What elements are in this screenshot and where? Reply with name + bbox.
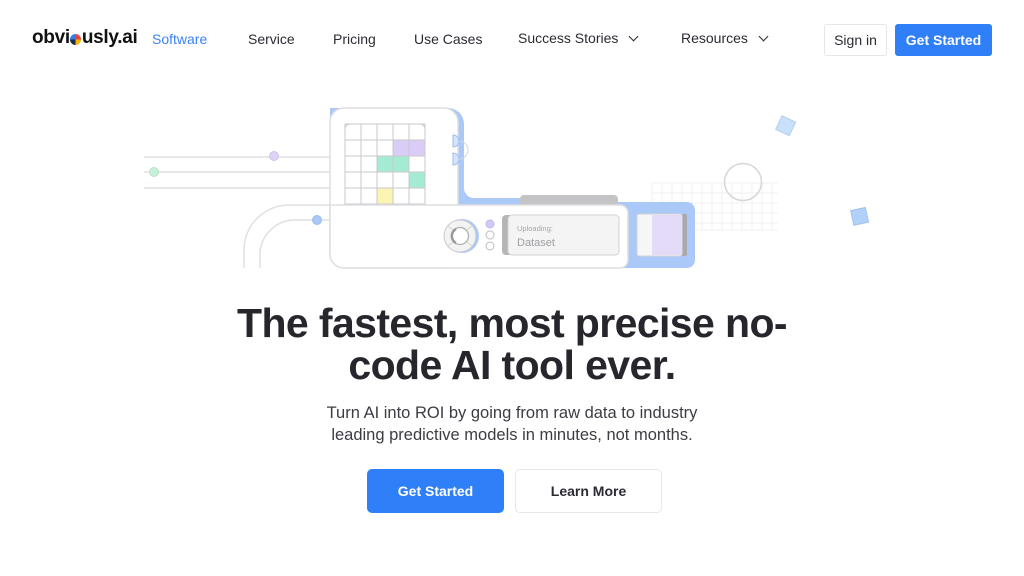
pixel-grid-cell	[408, 139, 426, 157]
floating-diamond	[850, 206, 870, 226]
logo-text-prefix: obvi	[32, 27, 70, 48]
logo-mark-icon	[70, 34, 82, 45]
hero-subheadline: Turn AI into ROI by going from raw data …	[0, 402, 1024, 446]
node-dot-blue	[312, 215, 322, 225]
nav-item-label: Service	[248, 31, 295, 47]
upload-screen	[507, 214, 620, 256]
chevron-down-icon	[628, 31, 639, 41]
nav-get-started-button[interactable]: Get Started	[895, 24, 992, 56]
nav-item-label: Success Stories	[518, 30, 619, 46]
hero-headline-line1: The fastest, most precise no-	[237, 300, 788, 346]
pixel-grid-cell	[392, 155, 410, 173]
pixel-grid-cell	[392, 139, 410, 157]
indicator-dot-active	[485, 219, 495, 229]
nav-item-pricing[interactable]: Pricing	[333, 31, 376, 47]
node-dot-purple	[269, 151, 279, 161]
nav-item-software[interactable]: Software	[152, 31, 207, 47]
floating-diamond	[775, 115, 797, 137]
hero-subheadline-line2: leading predictive models in minutes, no…	[331, 426, 693, 444]
indicator-dot	[485, 241, 495, 251]
hero-subheadline-line1: Turn AI into ROI by going from raw data …	[326, 404, 698, 422]
pixel-grid-cell	[408, 171, 426, 189]
hero-get-started-button[interactable]: Get Started	[367, 469, 504, 513]
hero-headline-line2: code AI tool ever.	[348, 342, 676, 388]
top-nav: obvi usly.ai Software Service Pricing Use…	[0, 0, 1024, 78]
nav-item-label: Use Cases	[414, 31, 483, 47]
nav-item-use-cases[interactable]: Use Cases	[414, 31, 482, 47]
nav-item-label: Pricing	[333, 31, 376, 47]
node-dot-green	[149, 167, 159, 177]
nav-item-service[interactable]: Service	[248, 31, 295, 47]
nav-item-label: Resources	[681, 30, 748, 46]
nav-item-success-stories[interactable]: Success Stories	[518, 30, 639, 46]
chevron-down-icon	[758, 31, 769, 41]
hero-headline: The fastest, most precise no- code AI to…	[0, 302, 1024, 386]
logo[interactable]: obvi usly.ai	[32, 27, 138, 49]
nav-item-resources[interactable]: Resources	[681, 30, 769, 46]
upload-status-label: Uploading:	[517, 224, 553, 233]
indicator-dot	[485, 230, 495, 240]
floating-circle	[723, 162, 763, 202]
nav-item-label: Software	[152, 31, 208, 47]
sign-in-button[interactable]: Sign in	[824, 24, 887, 56]
hero-illustration: Uploading: Dataset	[144, 107, 870, 269]
upload-file-label: Dataset	[517, 237, 555, 249]
dial-icon	[443, 219, 479, 253]
pixel-grid-cell	[376, 155, 394, 173]
pixel-grid-cell	[376, 187, 394, 205]
connector-lines	[144, 156, 330, 268]
hero-learn-more-button[interactable]: Learn More	[515, 469, 662, 513]
logo-text-suffix: usly.ai	[81, 27, 138, 48]
